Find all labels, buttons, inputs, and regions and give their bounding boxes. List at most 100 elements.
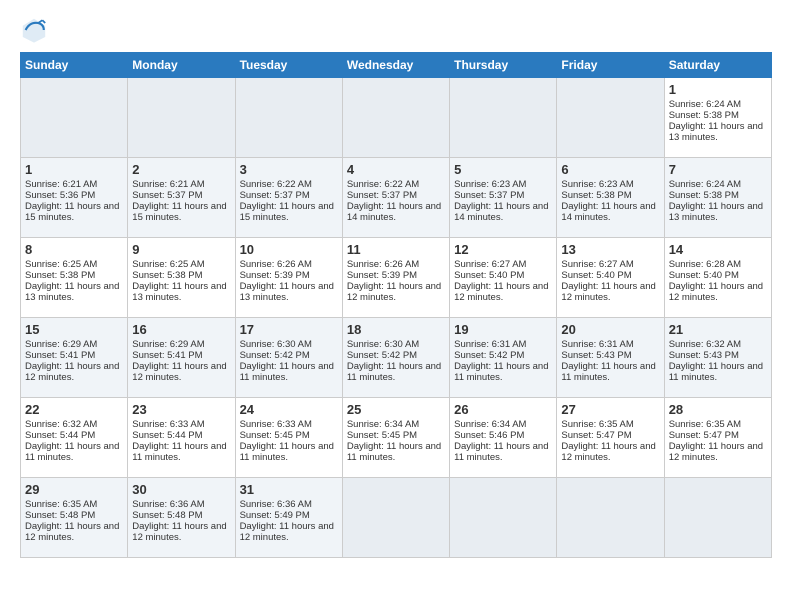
day-number: 6 <box>561 162 659 177</box>
daylight-text: Daylight: 11 hours and 12 minutes. <box>132 521 230 543</box>
sunrise-text: Sunrise: 6:36 AM <box>240 499 338 510</box>
daylight-text: Daylight: 11 hours and 12 minutes. <box>25 361 123 383</box>
sunrise-text: Sunrise: 6:34 AM <box>347 419 445 430</box>
daylight-text: Daylight: 11 hours and 13 minutes. <box>669 201 767 223</box>
day-header-saturday: Saturday <box>664 53 771 78</box>
calendar-cell: 8Sunrise: 6:25 AMSunset: 5:38 PMDaylight… <box>21 238 128 318</box>
sunrise-text: Sunrise: 6:30 AM <box>240 339 338 350</box>
day-header-monday: Monday <box>128 53 235 78</box>
day-number: 3 <box>240 162 338 177</box>
calendar-cell: 31Sunrise: 6:36 AMSunset: 5:49 PMDayligh… <box>235 478 342 558</box>
sunrise-text: Sunrise: 6:29 AM <box>132 339 230 350</box>
daylight-text: Daylight: 11 hours and 12 minutes. <box>132 361 230 383</box>
sunset-text: Sunset: 5:40 PM <box>561 270 659 281</box>
sunrise-text: Sunrise: 6:30 AM <box>347 339 445 350</box>
day-number: 12 <box>454 242 552 257</box>
daylight-text: Daylight: 11 hours and 12 minutes. <box>347 281 445 303</box>
page: SundayMondayTuesdayWednesdayThursdayFrid… <box>0 0 792 612</box>
sunset-text: Sunset: 5:36 PM <box>25 190 123 201</box>
day-number: 30 <box>132 482 230 497</box>
week-row-2: 8Sunrise: 6:25 AMSunset: 5:38 PMDaylight… <box>21 238 772 318</box>
week-row-5: 29Sunrise: 6:35 AMSunset: 5:48 PMDayligh… <box>21 478 772 558</box>
day-header-tuesday: Tuesday <box>235 53 342 78</box>
sunset-text: Sunset: 5:38 PM <box>25 270 123 281</box>
daylight-text: Daylight: 11 hours and 15 minutes. <box>132 201 230 223</box>
sunrise-text: Sunrise: 6:34 AM <box>454 419 552 430</box>
sunrise-text: Sunrise: 6:27 AM <box>454 259 552 270</box>
calendar-cell: 24Sunrise: 6:33 AMSunset: 5:45 PMDayligh… <box>235 398 342 478</box>
daylight-text: Daylight: 11 hours and 11 minutes. <box>454 361 552 383</box>
calendar-cell: 18Sunrise: 6:30 AMSunset: 5:42 PMDayligh… <box>342 318 449 398</box>
daylight-text: Daylight: 11 hours and 14 minutes. <box>561 201 659 223</box>
day-header-sunday: Sunday <box>21 53 128 78</box>
daylight-text: Daylight: 11 hours and 11 minutes. <box>132 441 230 463</box>
daylight-text: Daylight: 11 hours and 13 minutes. <box>240 281 338 303</box>
sunrise-text: Sunrise: 6:35 AM <box>25 499 123 510</box>
calendar-cell: 10Sunrise: 6:26 AMSunset: 5:39 PMDayligh… <box>235 238 342 318</box>
sunrise-text: Sunrise: 6:35 AM <box>561 419 659 430</box>
sunrise-text: Sunrise: 6:24 AM <box>669 99 767 110</box>
day-number: 29 <box>25 482 123 497</box>
day-number: 31 <box>240 482 338 497</box>
daylight-text: Daylight: 11 hours and 11 minutes. <box>347 441 445 463</box>
calendar-cell: 2Sunrise: 6:21 AMSunset: 5:37 PMDaylight… <box>128 158 235 238</box>
calendar-cell: 20Sunrise: 6:31 AMSunset: 5:43 PMDayligh… <box>557 318 664 398</box>
sunrise-text: Sunrise: 6:32 AM <box>669 339 767 350</box>
sunrise-text: Sunrise: 6:25 AM <box>132 259 230 270</box>
week-row-0: 1Sunrise: 6:24 AMSunset: 5:38 PMDaylight… <box>21 78 772 158</box>
week-row-4: 22Sunrise: 6:32 AMSunset: 5:44 PMDayligh… <box>21 398 772 478</box>
sunrise-text: Sunrise: 6:27 AM <box>561 259 659 270</box>
calendar-cell: 27Sunrise: 6:35 AMSunset: 5:47 PMDayligh… <box>557 398 664 478</box>
day-number: 10 <box>240 242 338 257</box>
sunrise-text: Sunrise: 6:21 AM <box>25 179 123 190</box>
daylight-text: Daylight: 11 hours and 15 minutes. <box>25 201 123 223</box>
day-number: 14 <box>669 242 767 257</box>
calendar-cell: 21Sunrise: 6:32 AMSunset: 5:43 PMDayligh… <box>664 318 771 398</box>
sunset-text: Sunset: 5:46 PM <box>454 430 552 441</box>
sunset-text: Sunset: 5:38 PM <box>561 190 659 201</box>
day-number: 18 <box>347 322 445 337</box>
sunset-text: Sunset: 5:42 PM <box>240 350 338 361</box>
sunrise-text: Sunrise: 6:29 AM <box>25 339 123 350</box>
calendar-cell: 3Sunrise: 6:22 AMSunset: 5:37 PMDaylight… <box>235 158 342 238</box>
calendar-cell: 26Sunrise: 6:34 AMSunset: 5:46 PMDayligh… <box>450 398 557 478</box>
calendar-cell: 19Sunrise: 6:31 AMSunset: 5:42 PMDayligh… <box>450 318 557 398</box>
daylight-text: Daylight: 11 hours and 11 minutes. <box>561 361 659 383</box>
sunrise-text: Sunrise: 6:32 AM <box>25 419 123 430</box>
sunset-text: Sunset: 5:37 PM <box>240 190 338 201</box>
week-row-3: 15Sunrise: 6:29 AMSunset: 5:41 PMDayligh… <box>21 318 772 398</box>
calendar-cell <box>128 78 235 158</box>
day-header-wednesday: Wednesday <box>342 53 449 78</box>
calendar-cell: 30Sunrise: 6:36 AMSunset: 5:48 PMDayligh… <box>128 478 235 558</box>
sunset-text: Sunset: 5:37 PM <box>347 190 445 201</box>
calendar-cell: 16Sunrise: 6:29 AMSunset: 5:41 PMDayligh… <box>128 318 235 398</box>
day-number: 7 <box>669 162 767 177</box>
calendar-cell: 13Sunrise: 6:27 AMSunset: 5:40 PMDayligh… <box>557 238 664 318</box>
calendar-cell: 17Sunrise: 6:30 AMSunset: 5:42 PMDayligh… <box>235 318 342 398</box>
calendar-cell: 28Sunrise: 6:35 AMSunset: 5:47 PMDayligh… <box>664 398 771 478</box>
sunset-text: Sunset: 5:45 PM <box>240 430 338 441</box>
sunrise-text: Sunrise: 6:33 AM <box>240 419 338 430</box>
sunrise-text: Sunrise: 6:26 AM <box>347 259 445 270</box>
daylight-text: Daylight: 11 hours and 11 minutes. <box>669 361 767 383</box>
calendar-cell: 1Sunrise: 6:21 AMSunset: 5:36 PMDaylight… <box>21 158 128 238</box>
sunrise-text: Sunrise: 6:36 AM <box>132 499 230 510</box>
sunset-text: Sunset: 5:41 PM <box>132 350 230 361</box>
calendar-cell: 15Sunrise: 6:29 AMSunset: 5:41 PMDayligh… <box>21 318 128 398</box>
sunset-text: Sunset: 5:44 PM <box>25 430 123 441</box>
daylight-text: Daylight: 11 hours and 13 minutes. <box>132 281 230 303</box>
calendar-cell <box>342 78 449 158</box>
sunset-text: Sunset: 5:43 PM <box>561 350 659 361</box>
day-number: 1 <box>669 82 767 97</box>
day-number: 2 <box>132 162 230 177</box>
calendar-cell <box>342 478 449 558</box>
calendar-cell: 1Sunrise: 6:24 AMSunset: 5:38 PMDaylight… <box>664 78 771 158</box>
sunset-text: Sunset: 5:43 PM <box>669 350 767 361</box>
day-header-thursday: Thursday <box>450 53 557 78</box>
day-number: 24 <box>240 402 338 417</box>
calendar-cell: 22Sunrise: 6:32 AMSunset: 5:44 PMDayligh… <box>21 398 128 478</box>
calendar-cell <box>450 478 557 558</box>
daylight-text: Daylight: 11 hours and 12 minutes. <box>669 281 767 303</box>
sunset-text: Sunset: 5:38 PM <box>669 190 767 201</box>
header-row: SundayMondayTuesdayWednesdayThursdayFrid… <box>21 53 772 78</box>
